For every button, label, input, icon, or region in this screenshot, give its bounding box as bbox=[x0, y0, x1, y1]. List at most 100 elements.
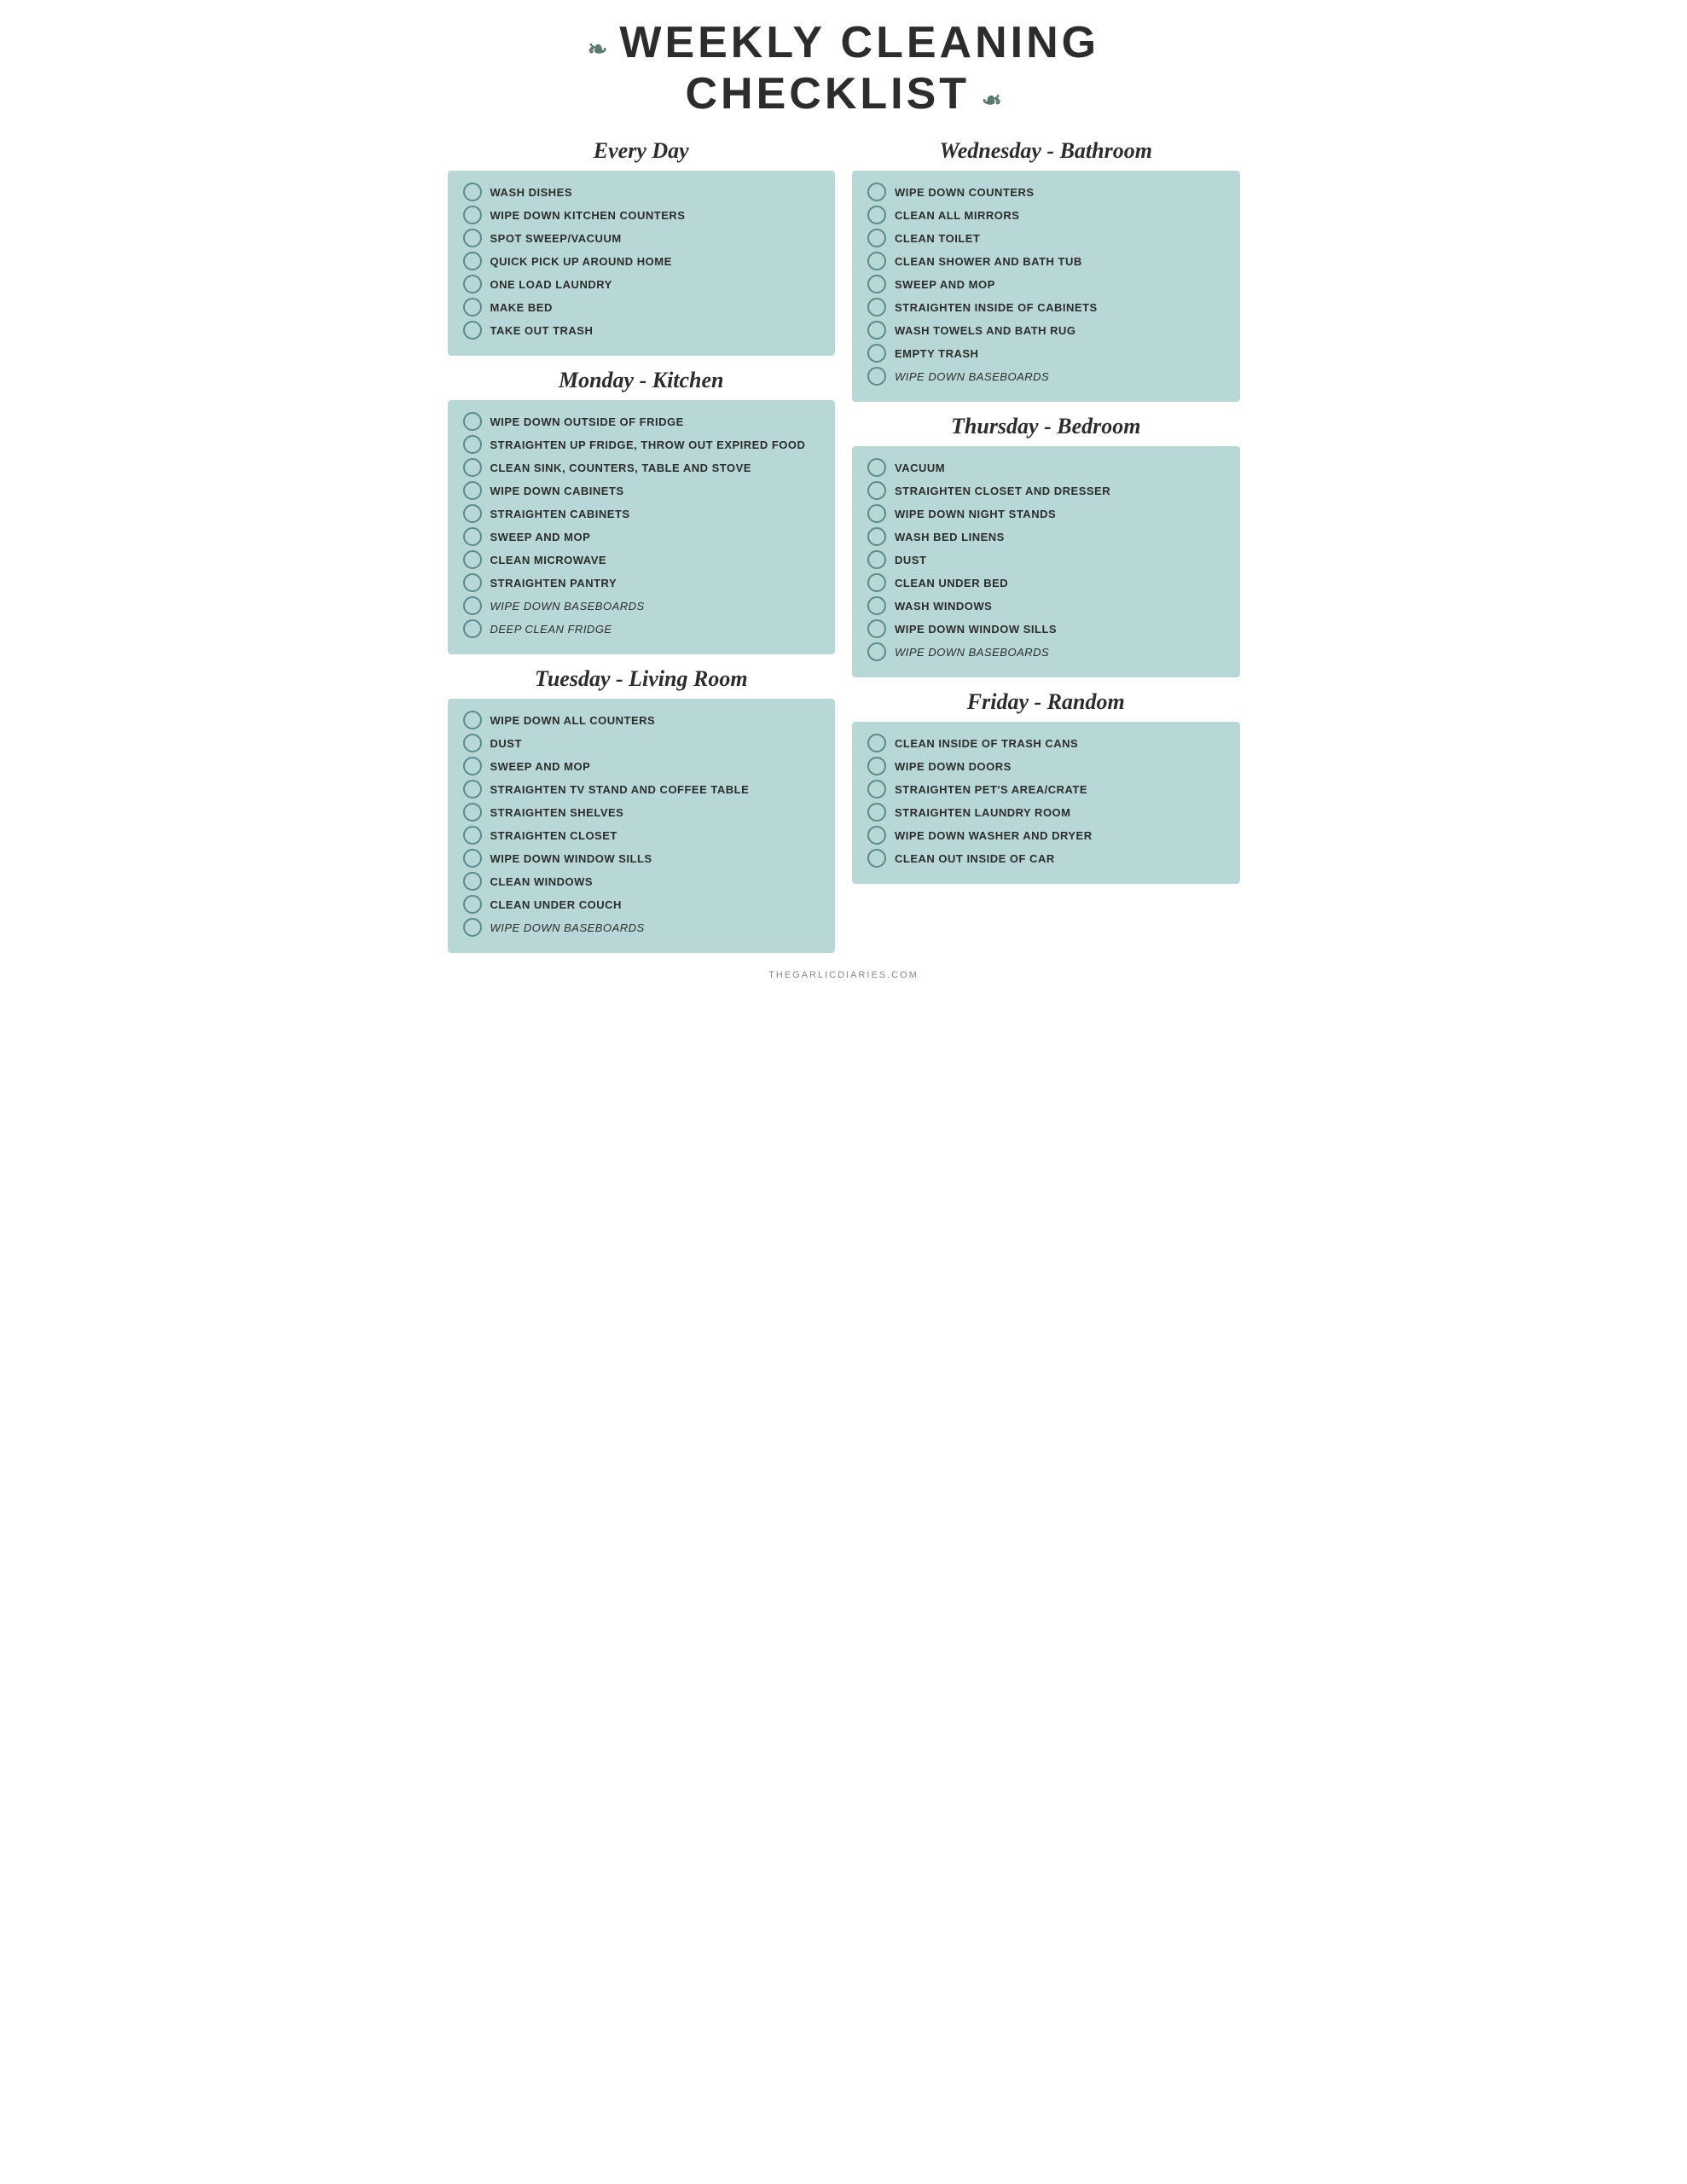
list-item[interactable]: SWEEP AND MOP bbox=[463, 757, 820, 775]
checkbox-circle[interactable] bbox=[463, 619, 482, 638]
checkbox-circle[interactable] bbox=[463, 550, 482, 569]
list-item[interactable]: WIPE DOWN BASEBOARDS bbox=[463, 596, 820, 615]
checkbox-circle[interactable] bbox=[867, 826, 886, 845]
checkbox-circle[interactable] bbox=[867, 780, 886, 799]
list-item[interactable]: WIPE DOWN WASHER AND DRYER bbox=[867, 826, 1225, 845]
list-item[interactable]: QUICK PICK UP AROUND HOME bbox=[463, 252, 820, 270]
list-item[interactable]: WIPE DOWN WINDOW SILLS bbox=[463, 849, 820, 868]
list-item[interactable]: CLEAN SHOWER AND BATH TUB bbox=[867, 252, 1225, 270]
list-item[interactable]: CLEAN INSIDE OF TRASH CANS bbox=[867, 734, 1225, 752]
checkbox-circle[interactable] bbox=[867, 229, 886, 247]
list-item[interactable]: WASH TOWELS AND BATH RUG bbox=[867, 321, 1225, 340]
list-item[interactable]: MAKE BED bbox=[463, 298, 820, 317]
checkbox-circle[interactable] bbox=[867, 596, 886, 615]
list-item[interactable]: WIPE DOWN BASEBOARDS bbox=[867, 642, 1225, 661]
checkbox-circle[interactable] bbox=[867, 481, 886, 500]
list-item[interactable]: DUST bbox=[463, 734, 820, 752]
list-item[interactable]: STRAIGHTEN PANTRY bbox=[463, 573, 820, 592]
checkbox-circle[interactable] bbox=[463, 252, 482, 270]
list-item[interactable]: DEEP CLEAN FRIDGE bbox=[463, 619, 820, 638]
checkbox-circle[interactable] bbox=[867, 206, 886, 224]
list-item[interactable]: SPOT SWEEP/VACUUM bbox=[463, 229, 820, 247]
list-item[interactable]: WIPE DOWN ALL COUNTERS bbox=[463, 711, 820, 729]
list-item[interactable]: WIPE DOWN KITCHEN COUNTERS bbox=[463, 206, 820, 224]
checkbox-circle[interactable] bbox=[463, 412, 482, 431]
checkbox-circle[interactable] bbox=[463, 734, 482, 752]
list-item[interactable]: VACUUM bbox=[867, 458, 1225, 477]
checkbox-circle[interactable] bbox=[867, 757, 886, 775]
checkbox-circle[interactable] bbox=[867, 504, 886, 523]
list-item[interactable]: WIPE DOWN OUTSIDE OF FRIDGE bbox=[463, 412, 820, 431]
list-item[interactable]: SWEEP AND MOP bbox=[463, 527, 820, 546]
list-item[interactable]: STRAIGHTEN CLOSET bbox=[463, 826, 820, 845]
checkbox-circle[interactable] bbox=[463, 803, 482, 822]
checkbox-circle[interactable] bbox=[463, 504, 482, 523]
checkbox-circle[interactable] bbox=[867, 803, 886, 822]
list-item[interactable]: WIPE DOWN CABINETS bbox=[463, 481, 820, 500]
list-item[interactable]: WIPE DOWN DOORS bbox=[867, 757, 1225, 775]
list-item[interactable]: STRAIGHTEN CLOSET AND DRESSER bbox=[867, 481, 1225, 500]
checkbox-circle[interactable] bbox=[867, 367, 886, 386]
list-item[interactable]: WIPE DOWN WINDOW SILLS bbox=[867, 619, 1225, 638]
checkbox-circle[interactable] bbox=[867, 298, 886, 317]
checkbox-circle[interactable] bbox=[463, 711, 482, 729]
checkbox-circle[interactable] bbox=[463, 275, 482, 293]
list-item[interactable]: EMPTY TRASH bbox=[867, 344, 1225, 363]
checkbox-circle[interactable] bbox=[463, 527, 482, 546]
list-item[interactable]: STRAIGHTEN PET'S AREA/CRATE bbox=[867, 780, 1225, 799]
list-item[interactable]: CLEAN ALL MIRRORS bbox=[867, 206, 1225, 224]
checkbox-circle[interactable] bbox=[867, 252, 886, 270]
checkbox-circle[interactable] bbox=[867, 619, 886, 638]
checkbox-circle[interactable] bbox=[867, 573, 886, 592]
checkbox-circle[interactable] bbox=[463, 229, 482, 247]
list-item[interactable]: STRAIGHTEN LAUNDRY ROOM bbox=[867, 803, 1225, 822]
list-item[interactable]: CLEAN UNDER COUCH bbox=[463, 895, 820, 914]
list-item[interactable]: WIPE DOWN NIGHT STANDS bbox=[867, 504, 1225, 523]
checkbox-circle[interactable] bbox=[463, 298, 482, 317]
list-item[interactable]: WASH BED LINENS bbox=[867, 527, 1225, 546]
list-item[interactable]: TAKE OUT TRASH bbox=[463, 321, 820, 340]
checkbox-circle[interactable] bbox=[463, 435, 482, 454]
list-item[interactable]: DUST bbox=[867, 550, 1225, 569]
checkbox-circle[interactable] bbox=[463, 826, 482, 845]
checkbox-circle[interactable] bbox=[463, 780, 482, 799]
checkbox-circle[interactable] bbox=[463, 918, 482, 937]
list-item[interactable]: STRAIGHTEN UP FRIDGE, THROW OUT EXPIRED … bbox=[463, 435, 820, 454]
checkbox-circle[interactable] bbox=[867, 527, 886, 546]
checkbox-circle[interactable] bbox=[463, 757, 482, 775]
checkbox-circle[interactable] bbox=[867, 849, 886, 868]
list-item[interactable]: WASH DISHES bbox=[463, 183, 820, 201]
checkbox-circle[interactable] bbox=[867, 183, 886, 201]
checkbox-circle[interactable] bbox=[867, 321, 886, 340]
checkbox-circle[interactable] bbox=[463, 895, 482, 914]
checkbox-circle[interactable] bbox=[463, 849, 482, 868]
checkbox-circle[interactable] bbox=[463, 321, 482, 340]
checkbox-circle[interactable] bbox=[463, 596, 482, 615]
list-item[interactable]: WIPE DOWN BASEBOARDS bbox=[463, 918, 820, 937]
checkbox-circle[interactable] bbox=[867, 344, 886, 363]
list-item[interactable]: SWEEP AND MOP bbox=[867, 275, 1225, 293]
list-item[interactable]: STRAIGHTEN TV STAND AND COFFEE TABLE bbox=[463, 780, 820, 799]
list-item[interactable]: WASH WINDOWS bbox=[867, 596, 1225, 615]
list-item[interactable]: CLEAN TOILET bbox=[867, 229, 1225, 247]
checkbox-circle[interactable] bbox=[867, 550, 886, 569]
list-item[interactable]: WIPE DOWN BASEBOARDS bbox=[867, 367, 1225, 386]
list-item[interactable]: STRAIGHTEN CABINETS bbox=[463, 504, 820, 523]
list-item[interactable]: WIPE DOWN COUNTERS bbox=[867, 183, 1225, 201]
checkbox-circle[interactable] bbox=[463, 573, 482, 592]
checkbox-circle[interactable] bbox=[463, 206, 482, 224]
checkbox-circle[interactable] bbox=[463, 872, 482, 891]
list-item[interactable]: STRAIGHTEN SHELVES bbox=[463, 803, 820, 822]
list-item[interactable]: STRAIGHTEN INSIDE OF CABINETS bbox=[867, 298, 1225, 317]
list-item[interactable]: CLEAN OUT INSIDE OF CAR bbox=[867, 849, 1225, 868]
list-item[interactable]: CLEAN MICROWAVE bbox=[463, 550, 820, 569]
checkbox-circle[interactable] bbox=[867, 734, 886, 752]
list-item[interactable]: CLEAN UNDER BED bbox=[867, 573, 1225, 592]
checkbox-circle[interactable] bbox=[463, 458, 482, 477]
list-item[interactable]: CLEAN SINK, COUNTERS, TABLE AND STOVE bbox=[463, 458, 820, 477]
checkbox-circle[interactable] bbox=[867, 458, 886, 477]
checkbox-circle[interactable] bbox=[867, 642, 886, 661]
list-item[interactable]: CLEAN WINDOWS bbox=[463, 872, 820, 891]
checkbox-circle[interactable] bbox=[463, 183, 482, 201]
checkbox-circle[interactable] bbox=[867, 275, 886, 293]
